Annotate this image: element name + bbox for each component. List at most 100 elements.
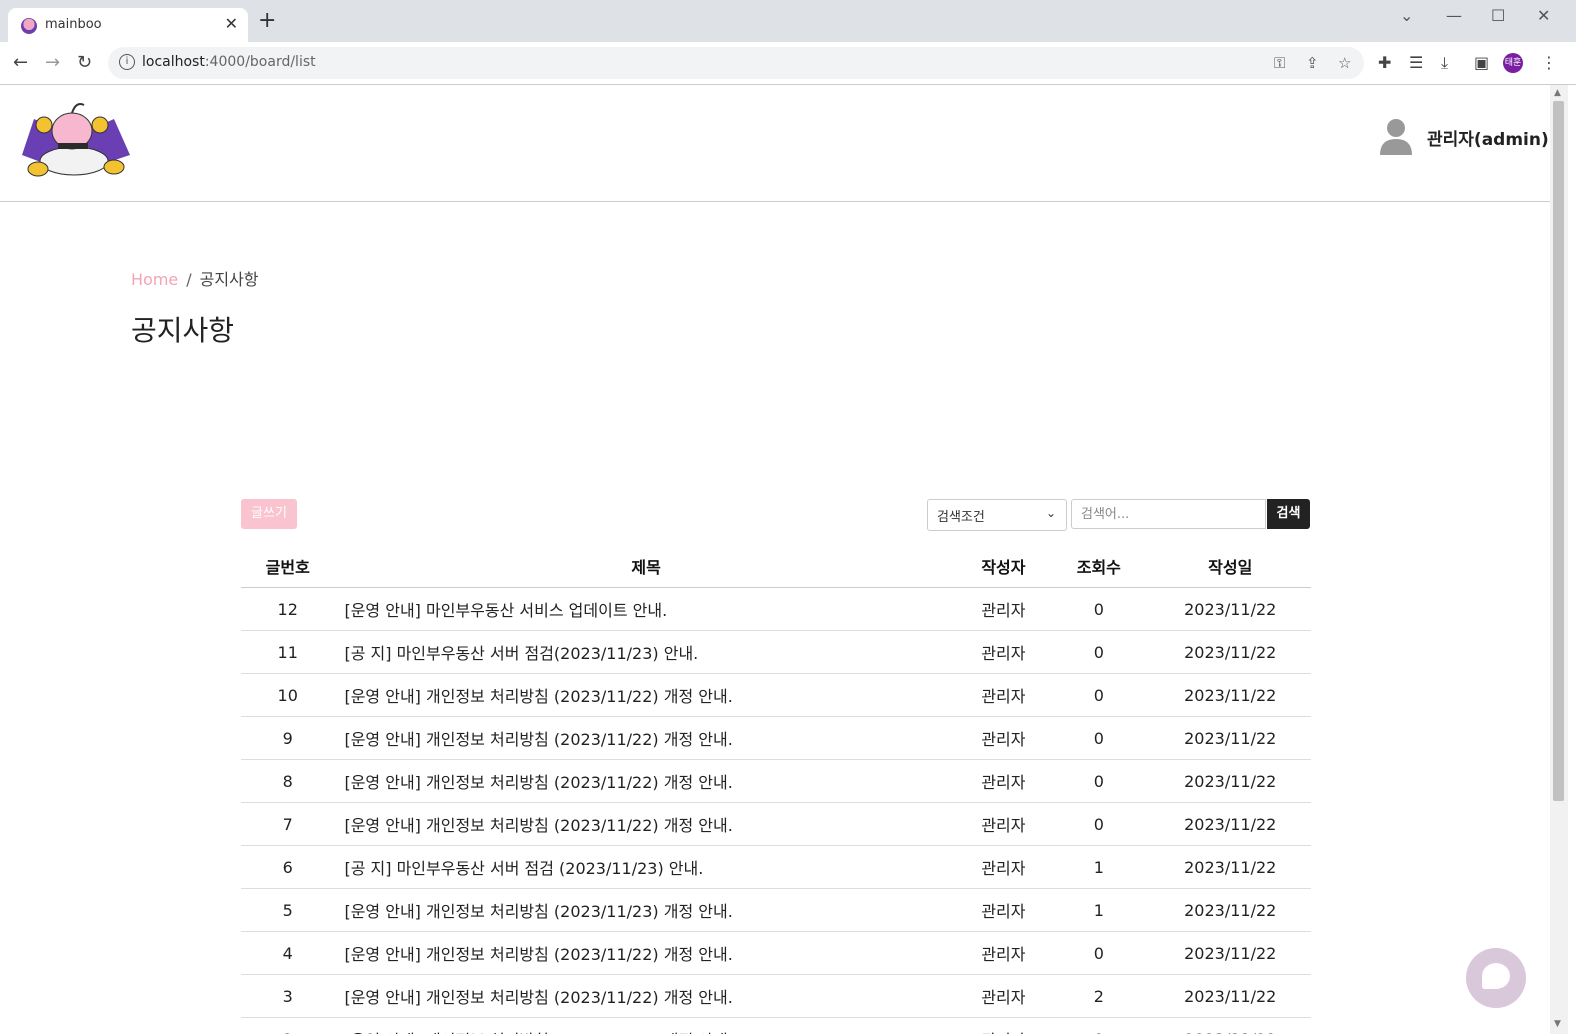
search-condition-select[interactable]: 검색조건 ⌄ — [927, 499, 1067, 531]
menu-kebab-icon[interactable]: ⋮ — [1541, 53, 1557, 72]
table-row[interactable]: 8 [운영 안내] 개인정보 처리방침 (2023/11/22) 개정 안내. 관리… — [241, 759, 1311, 803]
cell-num: 2 — [241, 1017, 335, 1034]
table-row[interactable]: 7 [운영 안내] 개인정보 처리방침 (2023/11/22) 개정 안내. 관리… — [241, 802, 1311, 846]
cell-date: 2023/11/22 — [1149, 802, 1311, 846]
breadcrumb-current: 공지사항 — [199, 270, 259, 289]
search-input[interactable] — [1071, 499, 1266, 529]
chat-bubble-icon — [1482, 963, 1510, 989]
cell-date: 2023/11/22 — [1149, 1017, 1311, 1034]
site-logo[interactable] — [14, 97, 134, 179]
browser-tab[interactable]: mainboo ✕ — [8, 8, 248, 42]
cell-num: 6 — [241, 845, 335, 889]
maximize-icon[interactable]: ☐ — [1491, 6, 1505, 25]
cell-views: 0 — [1048, 716, 1150, 760]
scroll-down-icon[interactable]: ▼ — [1554, 1019, 1561, 1029]
cell-num: 7 — [241, 802, 335, 846]
cell-views: 0 — [1048, 802, 1150, 846]
cell-writer: 관리자 — [958, 673, 1049, 717]
cell-title-link[interactable]: [운영 안내] 개인정보 처리방침 (2023/11/22) 개정 안내. — [334, 931, 959, 975]
cell-title-link[interactable]: [운영 안내] 마인부우동산 서비스 업데이트 안내. — [334, 587, 959, 631]
key-icon[interactable]: ⚿ — [1274, 54, 1285, 72]
page-scrollbar[interactable]: ▲ ▼ — [1550, 85, 1568, 1034]
extensions-icon[interactable]: ✚ — [1378, 53, 1391, 72]
write-button[interactable]: 글쓰기 — [241, 499, 297, 529]
cell-num: 8 — [241, 759, 335, 803]
cell-writer: 관리자 — [958, 802, 1049, 846]
cell-date: 2023/11/22 — [1149, 673, 1311, 717]
user-avatar-icon[interactable] — [1380, 117, 1412, 155]
cell-num: 5 — [241, 888, 335, 932]
col-header-date: 작성일 — [1149, 545, 1311, 588]
table-row[interactable]: 12 [운영 안내] 마인부우동산 서비스 업데이트 안내. 관리자 0 2023/11… — [241, 587, 1311, 631]
table-row[interactable]: 3 [운영 안내] 개인정보 처리방침 (2023/11/22) 개정 안내. 관리… — [241, 974, 1311, 1018]
cell-title-link[interactable]: [운영 안내] 개인정보 처리방침 (2023/11/23) 개정 안내. — [334, 888, 959, 932]
favicon-icon — [21, 18, 37, 34]
cell-num: 12 — [241, 587, 335, 631]
cell-writer: 관리자 — [958, 931, 1049, 975]
tab-search-icon[interactable]: ⌄ — [1400, 6, 1413, 25]
cell-num: 4 — [241, 931, 335, 975]
cell-views: 1 — [1048, 888, 1150, 932]
table-row[interactable]: 11 [공 지] 마인부우동산 서버 점검(2023/11/23) 안내. 관리자 0… — [241, 630, 1311, 674]
cell-writer: 관리자 — [958, 888, 1049, 932]
cell-title-link[interactable]: [운영 안내] 개인정보 처리방침 (2023/11/22) 개정 안내. — [334, 974, 959, 1018]
table-row[interactable]: 2[운영 안내] 개인정보 처리방침 (2023/11/22) 개정 안내.관리… — [241, 1017, 1311, 1034]
page-title: 공지사항 — [131, 314, 235, 347]
cell-views: 0 — [1048, 1017, 1150, 1034]
cell-writer: 관리자 — [958, 716, 1049, 760]
back-icon[interactable]: ← — [13, 52, 28, 73]
cell-num: 10 — [241, 673, 335, 717]
forward-icon[interactable]: → — [45, 52, 60, 73]
download-icon[interactable]: ⤓ — [1441, 53, 1448, 73]
cell-num: 11 — [241, 630, 335, 674]
user-name[interactable]: 관리자(admin) — [1427, 125, 1549, 150]
bookmark-star-icon[interactable]: ☆ — [1338, 54, 1351, 72]
table-row[interactable]: 9 [운영 안내] 개인정보 처리방침 (2023/11/22) 개정 안내. 관리… — [241, 716, 1311, 760]
cell-num: 3 — [241, 974, 335, 1018]
window-close-icon[interactable]: ✕ — [1537, 6, 1550, 25]
cell-date: 2023/11/22 — [1149, 587, 1311, 631]
cell-title-link[interactable]: [운영 안내] 개인정보 처리방침 (2023/11/22) 개정 안내. — [334, 759, 959, 803]
cell-date: 2023/11/22 — [1149, 630, 1311, 674]
tab-title: mainboo — [45, 17, 102, 32]
table-row[interactable]: 6 [공 지] 마인부우동산 서버 점검 (2023/11/23) 안내. 관리자 1… — [241, 845, 1311, 889]
table-header-row: 글번호 제목 작성자 조회수 작성일 — [241, 545, 1311, 588]
scroll-up-icon[interactable]: ▲ — [1554, 88, 1561, 98]
search-button[interactable]: 검색 — [1267, 499, 1310, 529]
scrollbar-thumb[interactable] — [1553, 101, 1564, 801]
cell-views: 1 — [1048, 845, 1150, 889]
url-text[interactable]: localhost:4000/board/list — [142, 54, 316, 70]
share-icon[interactable]: ⇪ — [1306, 54, 1319, 72]
cell-title-link[interactable]: [공 지] 마인부우동산 서버 점검 (2023/11/23) 안내. — [334, 845, 959, 889]
table-row[interactable]: 5 [운영 안내] 개인정보 처리방침 (2023/11/23) 개정 안내. 관리… — [241, 888, 1311, 932]
cell-title-link[interactable]: [공 지] 마인부우동산 서버 점검(2023/11/23) 안내. — [334, 630, 959, 674]
reading-list-icon[interactable]: ☰ — [1409, 53, 1423, 72]
breadcrumb-home-link[interactable]: Home — [131, 270, 178, 289]
side-panel-icon[interactable]: ▣ — [1474, 53, 1489, 72]
minimize-icon[interactable]: — — [1446, 6, 1462, 25]
new-tab-icon[interactable]: + — [258, 10, 276, 32]
profile-avatar[interactable]: 태훈 — [1503, 53, 1523, 73]
cell-title-link[interactable]: [운영 안내] 개인정보 처리방침 (2023/11/22) 개정 안내. — [334, 673, 959, 717]
search-condition-value: 검색조건 — [937, 510, 985, 525]
cell-title-link[interactable]: [운영 안내] 개인정보 처리방침 (2023/11/22) 개정 안내. — [334, 1017, 959, 1034]
cell-date: 2023/11/22 — [1149, 931, 1311, 975]
cell-title-link[interactable]: [운영 안내] 개인정보 처리방침 (2023/11/22) 개정 안내. — [334, 716, 959, 760]
cell-date: 2023/11/22 — [1149, 888, 1311, 932]
chat-button[interactable] — [1466, 948, 1526, 1008]
cell-title-link[interactable]: [운영 안내] 개인정보 처리방침 (2023/11/22) 개정 안내. — [334, 802, 959, 846]
table-row[interactable]: 10 [운영 안내] 개인정보 처리방침 (2023/11/22) 개정 안내. 관… — [241, 673, 1311, 717]
col-header-title: 제목 — [334, 545, 959, 588]
address-bar[interactable]: i localhost:4000/board/list ⚿ ⇪ ☆ — [108, 47, 1364, 79]
tab-close-icon[interactable]: ✕ — [225, 14, 238, 33]
cell-date: 2023/11/22 — [1149, 845, 1311, 889]
cell-views: 0 — [1048, 759, 1150, 803]
site-info-icon[interactable]: i — [119, 54, 135, 70]
reload-icon[interactable]: ↻ — [77, 52, 92, 73]
cell-num: 9 — [241, 716, 335, 760]
cell-date: 2023/11/22 — [1149, 759, 1311, 803]
breadcrumb-separator: / — [186, 270, 192, 289]
table-row[interactable]: 4 [운영 안내] 개인정보 처리방침 (2023/11/22) 개정 안내. 관리… — [241, 931, 1311, 975]
cell-writer: 관리자 — [958, 1017, 1049, 1034]
col-header-writer: 작성자 — [958, 545, 1049, 588]
